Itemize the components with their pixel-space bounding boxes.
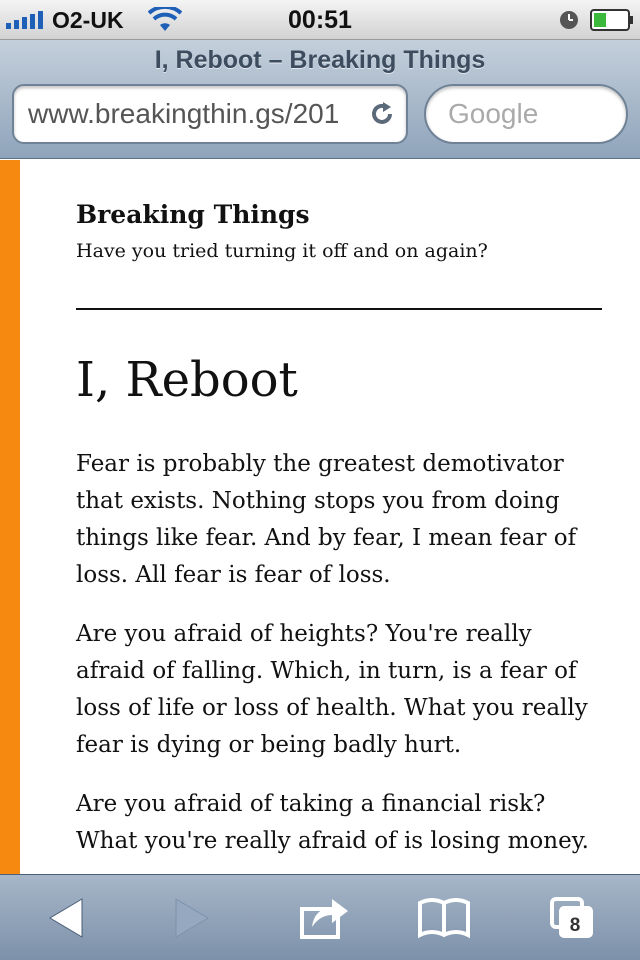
- browser-toolbar: 8: [0, 874, 640, 960]
- battery-icon: [590, 9, 633, 31]
- status-bar: O2-UK 00:51: [0, 0, 640, 40]
- forward-icon[interactable]: [162, 891, 218, 945]
- page-content: Breaking Things Have you tried turning i…: [0, 160, 640, 874]
- site-tagline: Have you tried turning it off and on aga…: [76, 240, 488, 262]
- status-time: 00:51: [288, 6, 352, 34]
- browser-page-title: I, Reboot – Breaking Things: [154, 46, 486, 74]
- browser-header: I, Reboot – Breaking Things www.breaking…: [0, 40, 640, 159]
- site-title[interactable]: Breaking Things: [76, 200, 310, 229]
- url-field[interactable]: www.breakingthin.gs/201: [12, 84, 408, 144]
- share-icon[interactable]: [296, 891, 352, 945]
- back-icon[interactable]: [40, 891, 96, 945]
- header-divider: [76, 308, 602, 310]
- search-field[interactable]: Google: [424, 84, 628, 144]
- bookmarks-icon[interactable]: [416, 891, 472, 945]
- post-paragraph: Fear is probably the greatest demotivato…: [76, 451, 577, 588]
- accent-bar: [0, 160, 20, 874]
- post-paragraph: Are you afraid of heights? You're really…: [76, 621, 588, 758]
- tab-count: 8: [569, 915, 581, 936]
- search-placeholder: Google: [448, 98, 539, 129]
- post-paragraph: Are you afraid of taking a financial ris…: [76, 791, 589, 854]
- url-text[interactable]: www.breakingthin.gs/201: [28, 98, 368, 130]
- post-title: I, Reboot: [76, 352, 298, 408]
- reload-icon[interactable]: [368, 100, 396, 128]
- alarm-clock-icon: [560, 11, 578, 29]
